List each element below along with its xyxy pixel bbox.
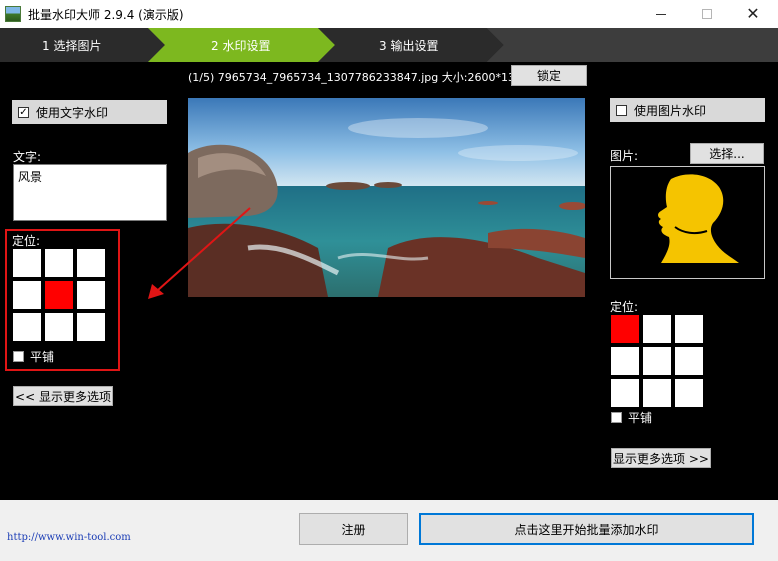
image-tile-checkbox[interactable] (611, 412, 622, 423)
image-watermark-label: 使用图片水印 (634, 103, 707, 118)
image-pos-cell-bottom-right[interactable] (675, 379, 703, 407)
yellow-head-shape (658, 174, 739, 263)
image-pos-cell-bottom-left[interactable] (611, 379, 639, 407)
image-pos-cell-middle-left[interactable] (611, 347, 639, 375)
use-image-watermark-toggle[interactable]: 使用图片水印 (610, 98, 765, 122)
preview-image (188, 98, 585, 297)
text-tile-checkbox[interactable] (13, 351, 24, 362)
image-more-options-button[interactable]: 显示更多选项 >> (611, 448, 711, 468)
watermark-text-input[interactable]: 风景 (13, 164, 167, 221)
image-pos-cell-bottom-center[interactable] (643, 379, 671, 407)
text-pos-cell-middle-right[interactable] (77, 281, 105, 309)
cloud (458, 145, 578, 161)
file-info: (1/5) 7965734_7965734_1307786233847.jpg … (188, 71, 529, 84)
tab-watermark-settings[interactable]: 2 水印设置 (211, 37, 270, 54)
text-position-label: 定位: (12, 234, 41, 248)
window-title: 批量水印大师 2.9.4 (演示版) (28, 8, 184, 22)
text-pos-cell-top-left[interactable] (13, 249, 41, 277)
arrow-head (148, 284, 164, 299)
image-pos-cell-top-right[interactable] (675, 315, 703, 343)
text-pos-cell-bottom-right[interactable] (77, 313, 105, 341)
lock-button[interactable]: 锁定 (511, 65, 587, 86)
text-pos-cell-top-center[interactable] (45, 249, 73, 277)
image-tile-label: 平铺 (628, 411, 653, 425)
step-bar-rest (487, 28, 778, 62)
image-watermark-checkbox[interactable] (616, 104, 627, 116)
close-icon: ✕ (746, 4, 760, 23)
step-bar: 1 选择图片 2 水印设置 3 输出设置 (0, 28, 778, 62)
register-button[interactable]: 注册 (299, 513, 408, 545)
text-tile-toggle[interactable]: 平铺 (13, 348, 54, 365)
image-position-label: 定位: (610, 300, 639, 314)
head-silhouette-logo (658, 174, 739, 263)
image-position-grid (611, 315, 703, 407)
choose-image-button[interactable]: 选择... (690, 143, 764, 164)
text-tile-label: 平铺 (30, 350, 55, 364)
text-pos-cell-bottom-center[interactable] (45, 313, 73, 341)
text-position-grid (13, 249, 105, 341)
watermark-image-preview (610, 166, 765, 279)
website-link[interactable]: http://www.win-tool.com (7, 532, 131, 543)
image-pos-cell-middle-right[interactable] (675, 347, 703, 375)
tab-select-images[interactable]: 1 选择图片 (42, 37, 101, 54)
text-watermark-label: 使用文字水印 (36, 105, 109, 120)
text-pos-cell-bottom-left[interactable] (13, 313, 41, 341)
minimize-icon (656, 13, 666, 15)
close-button[interactable]: ✕ (730, 0, 776, 28)
app-icon (5, 6, 21, 22)
image-pos-cell-center[interactable] (643, 347, 671, 375)
small-rock (478, 201, 498, 205)
start-batch-watermark-button[interactable]: 点击这里开始批量添加水印 (419, 513, 754, 545)
text-pos-cell-center[interactable] (45, 281, 73, 309)
image-pos-cell-top-center[interactable] (643, 315, 671, 343)
seascape-photo (188, 98, 585, 297)
main-panel: 1 选择图片 2 水印设置 3 输出设置 (1/5) 7965734_79657… (0, 28, 778, 500)
image-tile-toggle[interactable]: 平铺 (611, 409, 652, 426)
minimize-button[interactable] (638, 0, 684, 28)
use-text-watermark-toggle[interactable]: ✓ 使用文字水印 (12, 100, 167, 124)
maximize-button[interactable] (684, 0, 730, 28)
image-label: 图片: (610, 149, 639, 163)
text-watermark-checkbox[interactable]: ✓ (18, 106, 29, 118)
maximize-icon (702, 9, 712, 19)
distant-rock (374, 182, 402, 188)
text-pos-cell-top-right[interactable] (77, 249, 105, 277)
text-label: 文字: (13, 150, 42, 164)
text-pos-cell-middle-left[interactable] (13, 281, 41, 309)
text-more-options-button[interactable]: << 显示更多选项 (13, 386, 113, 406)
title-bar[interactable]: 批量水印大师 2.9.4 (演示版) ✕ (0, 0, 778, 28)
cloud (348, 118, 488, 138)
image-pos-cell-top-left[interactable] (611, 315, 639, 343)
distant-rock (326, 182, 370, 190)
tab-output-settings[interactable]: 3 输出设置 (379, 37, 438, 54)
